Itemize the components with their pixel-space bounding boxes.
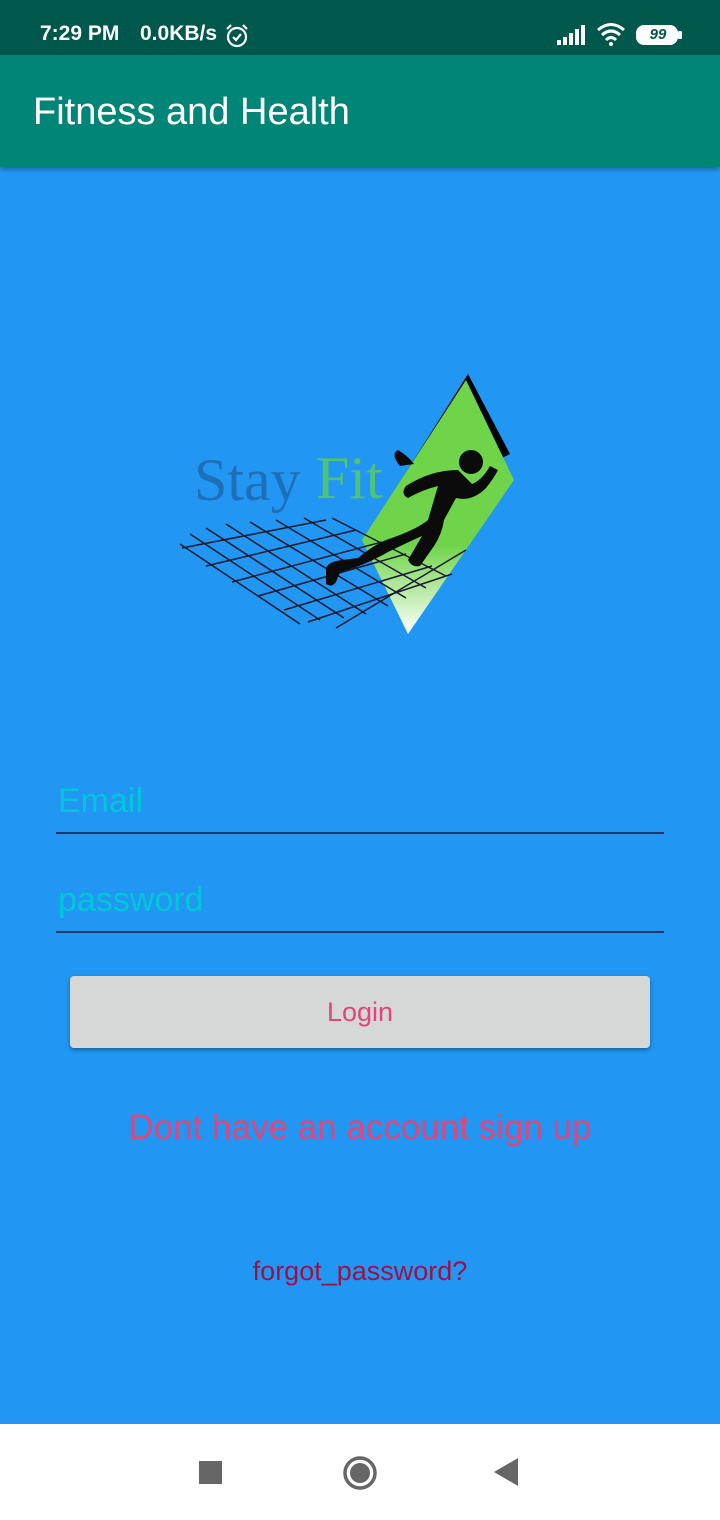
recents-square-icon[interactable] [199,1461,222,1484]
wifi-icon [597,23,625,46]
password-input[interactable] [56,869,664,931]
app-title: Fitness and Health [33,91,350,133]
network-speed: 0.0KB/s [140,22,218,45]
status-time: 7:29 PM [40,22,120,45]
home-circle-icon[interactable] [342,1455,378,1491]
password-field-container [56,869,664,933]
alarm-icon [226,24,248,48]
battery-level: 99 [649,26,667,43]
back-triangle-icon[interactable] [494,1458,518,1486]
login-button[interactable]: Login [70,976,650,1048]
app-bar: Fitness and Health [0,55,720,167]
forgot-password-link[interactable]: forgot_password? [0,1256,720,1287]
signal-icon [557,25,585,45]
email-input[interactable] [56,770,664,832]
email-field-container [56,770,664,834]
system-nav-bar [0,1424,720,1520]
stay-fit-logo: Stay Fit [179,374,514,634]
svg-text:Fit: Fit [316,445,383,511]
status-bar: 7:29 PM 0.0KB/s 99 [0,0,720,55]
svg-text:Stay: Stay [194,447,301,513]
signup-link[interactable]: Dont have an account sign up [0,1108,720,1148]
